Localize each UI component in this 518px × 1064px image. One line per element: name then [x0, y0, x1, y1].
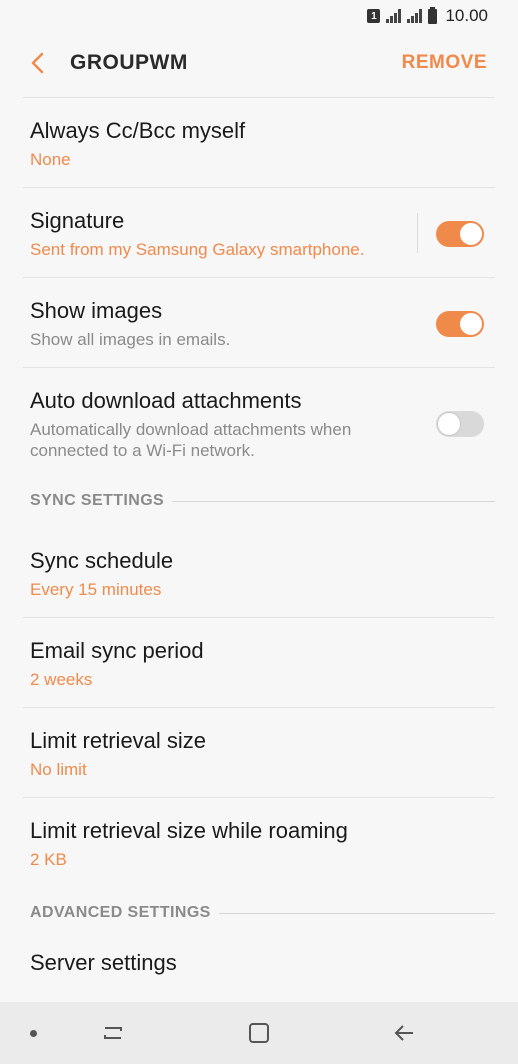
- setting-value: No limit: [30, 760, 87, 779]
- setting-title: Signature: [30, 208, 125, 233]
- navigation-bar: [0, 1002, 518, 1064]
- setting-title: Server settings: [30, 950, 177, 975]
- setting-signature[interactable]: Signature Sent from my Samsung Galaxy sm…: [0, 188, 518, 278]
- setting-limit-retrieval-size[interactable]: Limit retrieval size No limit: [0, 708, 518, 798]
- setting-description: Automatically download attachments when …: [30, 419, 488, 461]
- back-nav-icon[interactable]: [391, 1020, 417, 1046]
- setting-value: None: [30, 150, 71, 169]
- setting-email-sync-period[interactable]: Email sync period 2 weeks: [0, 618, 518, 708]
- section-header-sync: SYNC SETTINGS: [0, 474, 518, 528]
- chevron-left-icon: [31, 52, 44, 74]
- setting-show-images[interactable]: Show images Show all images in emails.: [0, 278, 518, 368]
- auto-download-toggle[interactable]: [436, 411, 484, 437]
- setting-sync-schedule[interactable]: Sync schedule Every 15 minutes: [0, 528, 518, 618]
- sim-icon: 1: [367, 9, 381, 23]
- signal-icon: [386, 9, 402, 23]
- signature-toggle[interactable]: [436, 221, 484, 247]
- setting-value: Sent from my Samsung Galaxy smartphone.: [30, 240, 365, 259]
- setting-title: Show images: [30, 298, 163, 323]
- clock: 10.00: [445, 6, 488, 25]
- setting-always-cc-bcc[interactable]: Always Cc/Bcc myself None: [0, 98, 518, 188]
- setting-title: Auto download attachments: [30, 388, 302, 413]
- battery-icon: [428, 6, 438, 24]
- setting-description-line: connected to a Wi-Fi network.: [30, 441, 255, 460]
- setting-title: Email sync period: [30, 638, 204, 663]
- section-title: SYNC SETTINGS: [30, 492, 165, 509]
- signal-icon-2: [407, 9, 423, 23]
- status-bar: 1 10.00: [0, 0, 518, 32]
- settings-list: Always Cc/Bcc myself None Signature Sent…: [0, 98, 518, 1030]
- nav-dot-icon: [30, 1030, 37, 1037]
- app-header: GROUPWM REMOVE: [0, 32, 518, 94]
- page-title: GROUPWM: [70, 51, 188, 74]
- back-button[interactable]: [18, 43, 58, 83]
- setting-title: Always Cc/Bcc myself: [30, 118, 246, 143]
- setting-value: Every 15 minutes: [30, 580, 162, 599]
- show-images-toggle[interactable]: [436, 311, 484, 337]
- setting-title: Limit retrieval size while roaming: [30, 818, 348, 843]
- section-header-advanced: ADVANCED SETTINGS: [0, 886, 518, 940]
- setting-value: 2 weeks: [30, 670, 93, 689]
- setting-description-line: Automatically download attachments when: [30, 420, 352, 439]
- setting-auto-download[interactable]: Auto download attachments Automatically …: [0, 368, 518, 474]
- setting-title: Sync schedule: [30, 548, 174, 573]
- remove-button[interactable]: REMOVE: [402, 52, 487, 74]
- setting-value: 2 KB: [30, 850, 67, 869]
- setting-description: Show all images in emails.: [30, 330, 231, 349]
- vertical-divider: [417, 213, 418, 253]
- setting-limit-retrieval-roaming[interactable]: Limit retrieval size while roaming 2 KB: [0, 798, 518, 888]
- setting-title: Limit retrieval size: [30, 728, 207, 753]
- recent-apps-icon[interactable]: [100, 1020, 126, 1046]
- home-icon[interactable]: [246, 1020, 272, 1046]
- section-title: ADVANCED SETTINGS: [30, 904, 211, 921]
